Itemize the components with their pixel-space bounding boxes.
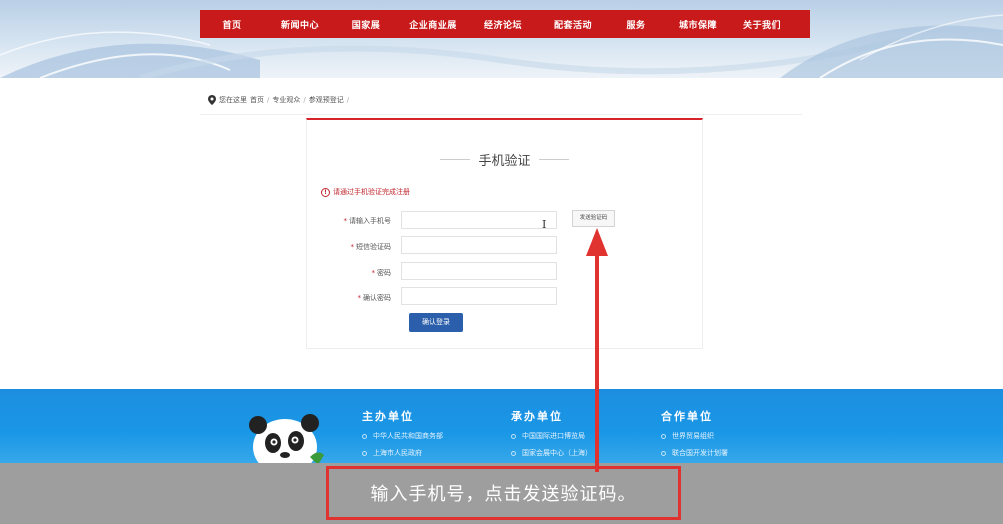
caption-text: 输入手机号，点击发送验证码。	[370, 484, 637, 505]
send-code-button[interactable]: 发送验证码	[572, 210, 615, 227]
sms-code-label: * 短信验证码	[350, 243, 392, 251]
text-cursor-icon: I	[542, 218, 547, 231]
breadcrumb-separator: /	[346, 96, 350, 104]
password-label: * 密码	[371, 269, 392, 277]
confirm-login-button[interactable]: 确认登录	[409, 313, 463, 332]
nav-item-economic-forum[interactable]: 经济论坛	[470, 18, 536, 31]
nav-item-about-us[interactable]: 关于我们	[734, 18, 790, 31]
confirm-password-input[interactable]	[401, 287, 557, 305]
footer-column-title: 合作单位	[661, 410, 713, 423]
phone-input[interactable]	[401, 211, 557, 229]
footer-column-host: 主办单位 中华人民共和国商务部 上海市人民政府	[362, 408, 443, 458]
password-input[interactable]	[401, 262, 557, 280]
location-pin-icon	[208, 95, 216, 105]
breadcrumb: 您在这里 首页 / 专业观众 / 参观预登记 /	[208, 95, 349, 105]
footer-link[interactable]: 联合国开发计划署	[661, 448, 728, 458]
nav-item-news[interactable]: 新闻中心	[264, 18, 336, 31]
card-header: 手机验证	[307, 150, 702, 169]
notice-text: 请通过手机验证完成注册	[333, 188, 410, 196]
breadcrumb-separator: /	[303, 96, 306, 104]
site-footer: 主办单位 中华人民共和国商务部 上海市人民政府 承办单位 中国国际进口博览局 国…	[0, 389, 1003, 463]
warning-circle-icon: !	[321, 187, 330, 197]
footer-column-title: 主办单位	[362, 410, 414, 423]
phone-verification-card: 手机验证 ! 请通过手机验证完成注册 * 请输入手机号 I 发送验证码 * 短信验证…	[306, 118, 703, 349]
nav-item-services[interactable]: 服务	[610, 18, 662, 31]
footer-link[interactable]: 世界贸易组织	[661, 431, 728, 441]
footer-column-organizer: 承办单位 中国国际进口博览局 国家会展中心（上海）	[511, 408, 592, 458]
nav-item-home[interactable]: 首页	[200, 18, 264, 31]
footer-link[interactable]: 中国国际进口博览局	[511, 431, 592, 441]
title-divider-left	[440, 159, 471, 160]
breadcrumb-item-professional-visitors[interactable]: 专业观众	[272, 95, 300, 105]
breadcrumb-item-home[interactable]: 首页	[250, 95, 264, 105]
breadcrumb-prefix: 您在这里	[219, 96, 247, 104]
confirm-password-label: * 确认密码	[357, 294, 392, 302]
main-nav: 首页 新闻中心 国家展 企业商业展 经济论坛 配套活动 服务 城市保障 关于我们	[200, 10, 810, 38]
phone-label: * 请输入手机号	[343, 217, 392, 225]
breadcrumb-item-preregistration: 参观预登记	[308, 96, 344, 104]
footer-column-title: 承办单位	[511, 410, 563, 423]
title-divider-right	[538, 159, 569, 160]
caption-highlight-box: 输入手机号，点击发送验证码。	[326, 466, 681, 520]
header-banner: 首页 新闻中心 国家展 企业商业展 经济论坛 配套活动 服务 城市保障 关于我们	[0, 0, 1003, 78]
card-title: 手机验证	[478, 154, 531, 169]
footer-column-partners: 合作单位 世界贸易组织 联合国开发计划署	[661, 408, 728, 458]
nav-item-business-exhibition[interactable]: 企业商业展	[396, 18, 470, 31]
caption-bar: 输入手机号，点击发送验证码。	[0, 463, 1003, 524]
nav-item-supporting-events[interactable]: 配套活动	[536, 18, 610, 31]
footer-link[interactable]: 中华人民共和国商务部	[362, 431, 443, 441]
sms-code-input[interactable]	[401, 236, 557, 254]
nav-item-country-exhibition[interactable]: 国家展	[336, 18, 396, 31]
breadcrumb-separator: /	[267, 96, 270, 104]
footer-link[interactable]: 上海市人民政府	[362, 448, 443, 458]
footer-link[interactable]: 国家会展中心（上海）	[511, 448, 592, 458]
panda-mascot	[249, 414, 324, 463]
registration-notice: ! 请通过手机验证完成注册	[321, 187, 410, 197]
nav-item-city-support[interactable]: 城市保障	[662, 18, 734, 31]
breadcrumb-divider	[200, 114, 802, 115]
